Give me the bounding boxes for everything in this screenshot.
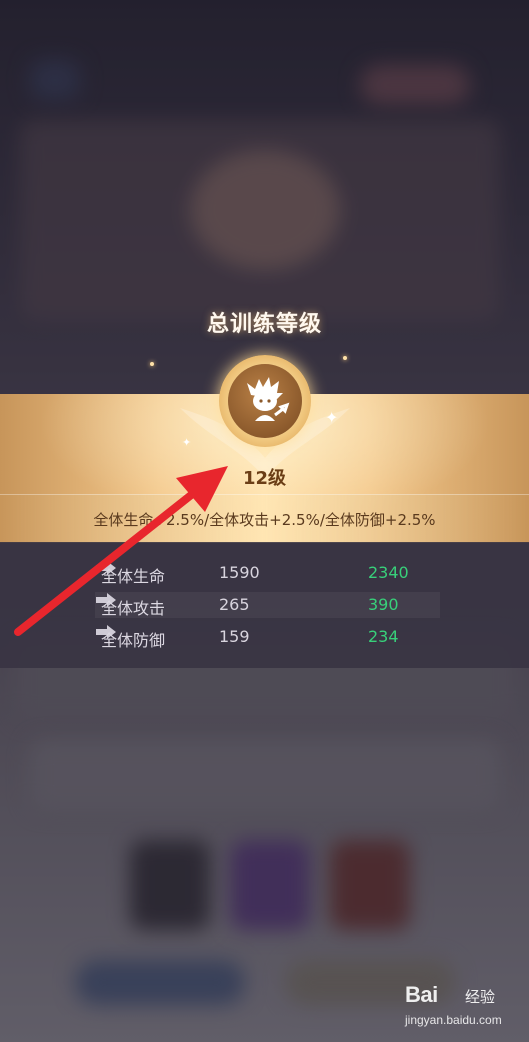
watermark-suffix: 经验 — [465, 988, 496, 1006]
annotation-arrow — [14, 466, 228, 636]
baidu-logo: Bai — [405, 982, 438, 1007]
baidu-watermark: Bai 经验 jingyan.baidu.com — [405, 982, 525, 1032]
watermark-url: jingyan.baidu.com — [405, 1013, 502, 1027]
